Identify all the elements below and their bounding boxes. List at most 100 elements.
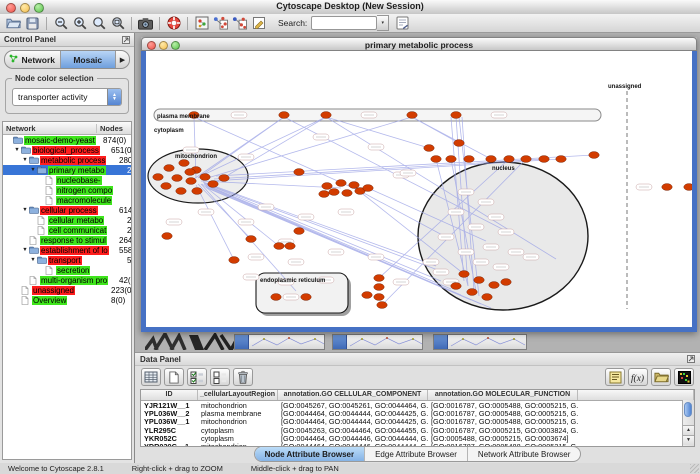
graph-node[interactable] xyxy=(192,188,202,195)
graph-node[interactable] xyxy=(482,294,492,301)
graph-node[interactable] xyxy=(301,294,311,301)
tab-edge-attribute-browser[interactable]: Edge Attribute Browser xyxy=(365,447,468,461)
graph-node[interactable] xyxy=(208,181,218,188)
zoom-fit-icon[interactable] xyxy=(108,15,127,31)
graph-node[interactable] xyxy=(164,165,174,172)
graph-node[interactable] xyxy=(556,156,566,163)
expander-icon[interactable]: ▼ xyxy=(29,167,37,173)
graph-node[interactable] xyxy=(176,188,186,195)
delete-attr-icon[interactable] xyxy=(233,368,253,386)
tab-mosaic[interactable]: Mosaic xyxy=(61,51,117,68)
graph-node[interactable] xyxy=(539,156,549,163)
graph-node[interactable] xyxy=(684,184,692,191)
network-canvas[interactable]: plasma membranecytoplasmmitochondrionnuc… xyxy=(141,51,697,332)
search-options-icon[interactable] xyxy=(393,15,412,31)
graph-node[interactable] xyxy=(662,184,672,191)
graph-node[interactable] xyxy=(424,145,434,152)
graph-node[interactable] xyxy=(363,185,373,192)
tree-row[interactable]: ▼metabolic process280(0) xyxy=(3,155,131,165)
float-panel-icon[interactable] xyxy=(122,31,130,49)
graph-node[interactable] xyxy=(377,302,387,309)
graph-node[interactable] xyxy=(451,112,461,119)
network-window-titlebar[interactable]: primary metabolic process xyxy=(141,37,697,51)
tree-row[interactable]: ▼primary metabo209(... xyxy=(3,165,131,175)
graph-node[interactable] xyxy=(501,279,511,286)
graph-node[interactable] xyxy=(521,156,531,163)
resize-grip[interactable] xyxy=(690,464,699,473)
tree-row[interactable]: ▼biological_process651(0) xyxy=(3,145,131,155)
graph-node[interactable] xyxy=(285,243,295,250)
snapshot-icon[interactable] xyxy=(136,15,155,31)
layout-grid-icon[interactable] xyxy=(211,15,230,31)
import-attr-icon[interactable] xyxy=(651,368,671,386)
expander-icon[interactable]: ▼ xyxy=(13,147,21,153)
table-column-header[interactable]: annotation.GO CELLULAR_COMPONENT xyxy=(278,390,428,400)
graph-node[interactable] xyxy=(459,271,469,278)
tree-row[interactable]: ▼establishment of lo558(0) xyxy=(3,245,131,255)
table-mode-icon[interactable] xyxy=(141,368,161,386)
graph-node[interactable] xyxy=(431,156,441,163)
table-column-header[interactable]: ID xyxy=(141,390,198,400)
matrix-icon[interactable] xyxy=(674,368,694,386)
expander-icon[interactable]: ▼ xyxy=(21,157,29,163)
graph-node[interactable] xyxy=(294,228,304,235)
tree-row[interactable]: cell communicat22(0) xyxy=(3,225,131,235)
search-dropdown-arrow[interactable]: ▾ xyxy=(377,15,389,31)
graph-node[interactable] xyxy=(454,140,464,147)
graph-node[interactable] xyxy=(342,190,352,197)
expander-icon[interactable]: ▼ xyxy=(29,257,37,263)
scrollbar-thumb[interactable] xyxy=(684,402,692,417)
tree-row[interactable]: ▼cellular process614(0) xyxy=(3,205,131,215)
graph-node[interactable] xyxy=(162,233,172,240)
zoom-in-icon[interactable] xyxy=(70,15,89,31)
help-icon[interactable] xyxy=(164,15,183,31)
graph-node[interactable] xyxy=(321,112,331,119)
table-scrollbar[interactable]: ▲ ▼ xyxy=(682,400,694,446)
zoom-out-icon[interactable] xyxy=(51,15,70,31)
graph-node[interactable] xyxy=(474,277,484,284)
graph-node[interactable] xyxy=(319,191,329,198)
table-column-header[interactable]: _cellularLayoutRegion xyxy=(198,390,278,400)
graph-node[interactable] xyxy=(219,175,229,182)
graph-node[interactable] xyxy=(185,169,195,176)
save-icon[interactable] xyxy=(23,15,42,31)
scroll-down-button[interactable]: ▼ xyxy=(683,435,694,445)
new-doc-icon[interactable] xyxy=(164,368,184,386)
tree-row[interactable]: secretion41(0) xyxy=(3,265,131,275)
network-graph[interactable]: plasma membranecytoplasmmitochondrionnuc… xyxy=(146,51,692,327)
graph-node[interactable] xyxy=(486,156,496,163)
graph-node[interactable] xyxy=(179,160,189,167)
tree-row[interactable]: mosaic-demo-yeast874(0) xyxy=(3,135,131,145)
graph-node[interactable] xyxy=(271,294,281,301)
graph-node[interactable] xyxy=(336,180,346,187)
graph-node[interactable] xyxy=(229,257,239,264)
graph-node[interactable] xyxy=(374,275,384,282)
tree-row[interactable]: unassigned223(0) xyxy=(3,285,131,295)
expander-icon[interactable]: ▼ xyxy=(21,207,29,213)
graph-node[interactable] xyxy=(407,112,417,119)
node-color-dropdown[interactable]: transporter activity ▲▼ xyxy=(12,88,122,106)
attr-list-icon[interactable] xyxy=(605,368,625,386)
tree-column-network[interactable]: Network xyxy=(3,124,97,133)
open-icon[interactable] xyxy=(4,15,23,31)
graph-node[interactable] xyxy=(467,289,477,296)
graph-node[interactable] xyxy=(504,156,514,163)
graph-node[interactable] xyxy=(349,182,359,189)
overview-icon[interactable] xyxy=(192,15,211,31)
graph-node[interactable] xyxy=(464,156,474,163)
search-input[interactable] xyxy=(311,16,377,30)
tab-network[interactable]: Network xyxy=(5,51,61,68)
table-column-header[interactable]: annotation.GO MOLECULAR_FUNCTION xyxy=(428,390,578,400)
graph-node[interactable] xyxy=(451,283,461,290)
tree-row[interactable]: ▼transport558(0) xyxy=(3,255,131,265)
graph-node[interactable] xyxy=(374,284,384,291)
graph-node[interactable] xyxy=(589,152,599,159)
tree-row[interactable]: nitrogen compo209(0) xyxy=(3,185,131,195)
formula-icon[interactable]: f(x) xyxy=(628,368,648,386)
graph-node[interactable] xyxy=(161,183,171,190)
graph-node[interactable] xyxy=(186,178,196,185)
minimized-network-window[interactable] xyxy=(234,334,325,350)
annotate-icon[interactable] xyxy=(249,15,268,31)
tree-row[interactable]: cellular metabo209(0) xyxy=(3,215,131,225)
minimized-network-window[interactable] xyxy=(433,334,527,350)
